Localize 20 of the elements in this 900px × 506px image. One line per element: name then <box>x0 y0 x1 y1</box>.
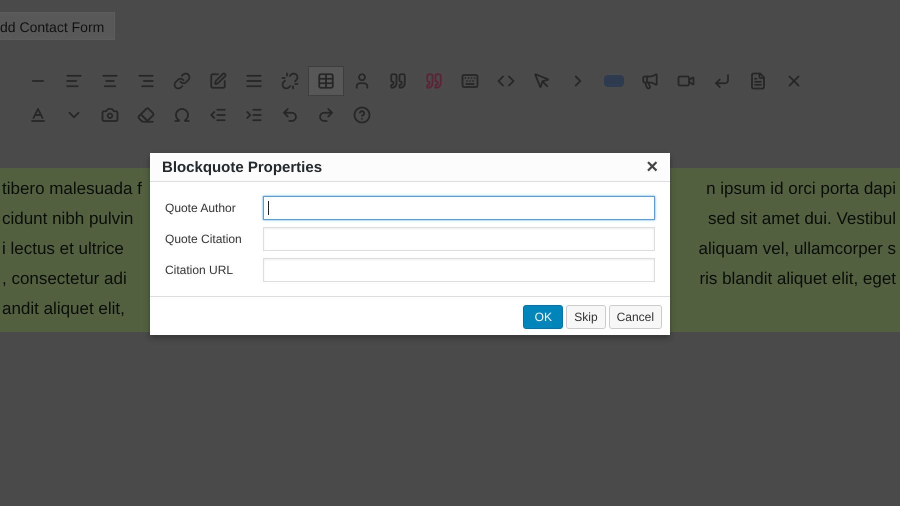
field-label: Quote Citation <box>165 232 243 246</box>
paragraph-text: aliquam vel, ullamcorper s <box>698 239 896 259</box>
text-cursor <box>268 201 269 215</box>
dialog-button[interactable]: Cancel <box>608 305 662 329</box>
paragraph-text: ris blandit aliquet elit, eget <box>699 269 896 289</box>
paragraph-text: sed sit amet dui. Vestibul <box>708 209 896 229</box>
paragraph-text: , consectetur adi <box>2 269 127 289</box>
close-button[interactable]: × <box>644 157 660 177</box>
field-label: Quote Author <box>165 201 237 215</box>
paragraph-text: n ipsum id orci porta dapi <box>706 179 896 199</box>
paragraph-text: tibero malesuada f <box>2 179 142 199</box>
dialog-title: Blockquote Properties <box>162 158 322 176</box>
dialog-button[interactable]: Skip <box>566 305 606 329</box>
paragraph-text: cidunt nibh pulvin <box>2 209 134 229</box>
input-field[interactable] <box>263 196 655 220</box>
paragraph-text: andit aliquet elit, <box>2 299 125 319</box>
table-icon[interactable] <box>308 66 344 96</box>
paragraph-text: i lectus et ultrice <box>2 239 124 259</box>
field-label: Citation URL <box>165 263 234 277</box>
ok-button[interactable]: OK <box>523 305 564 329</box>
